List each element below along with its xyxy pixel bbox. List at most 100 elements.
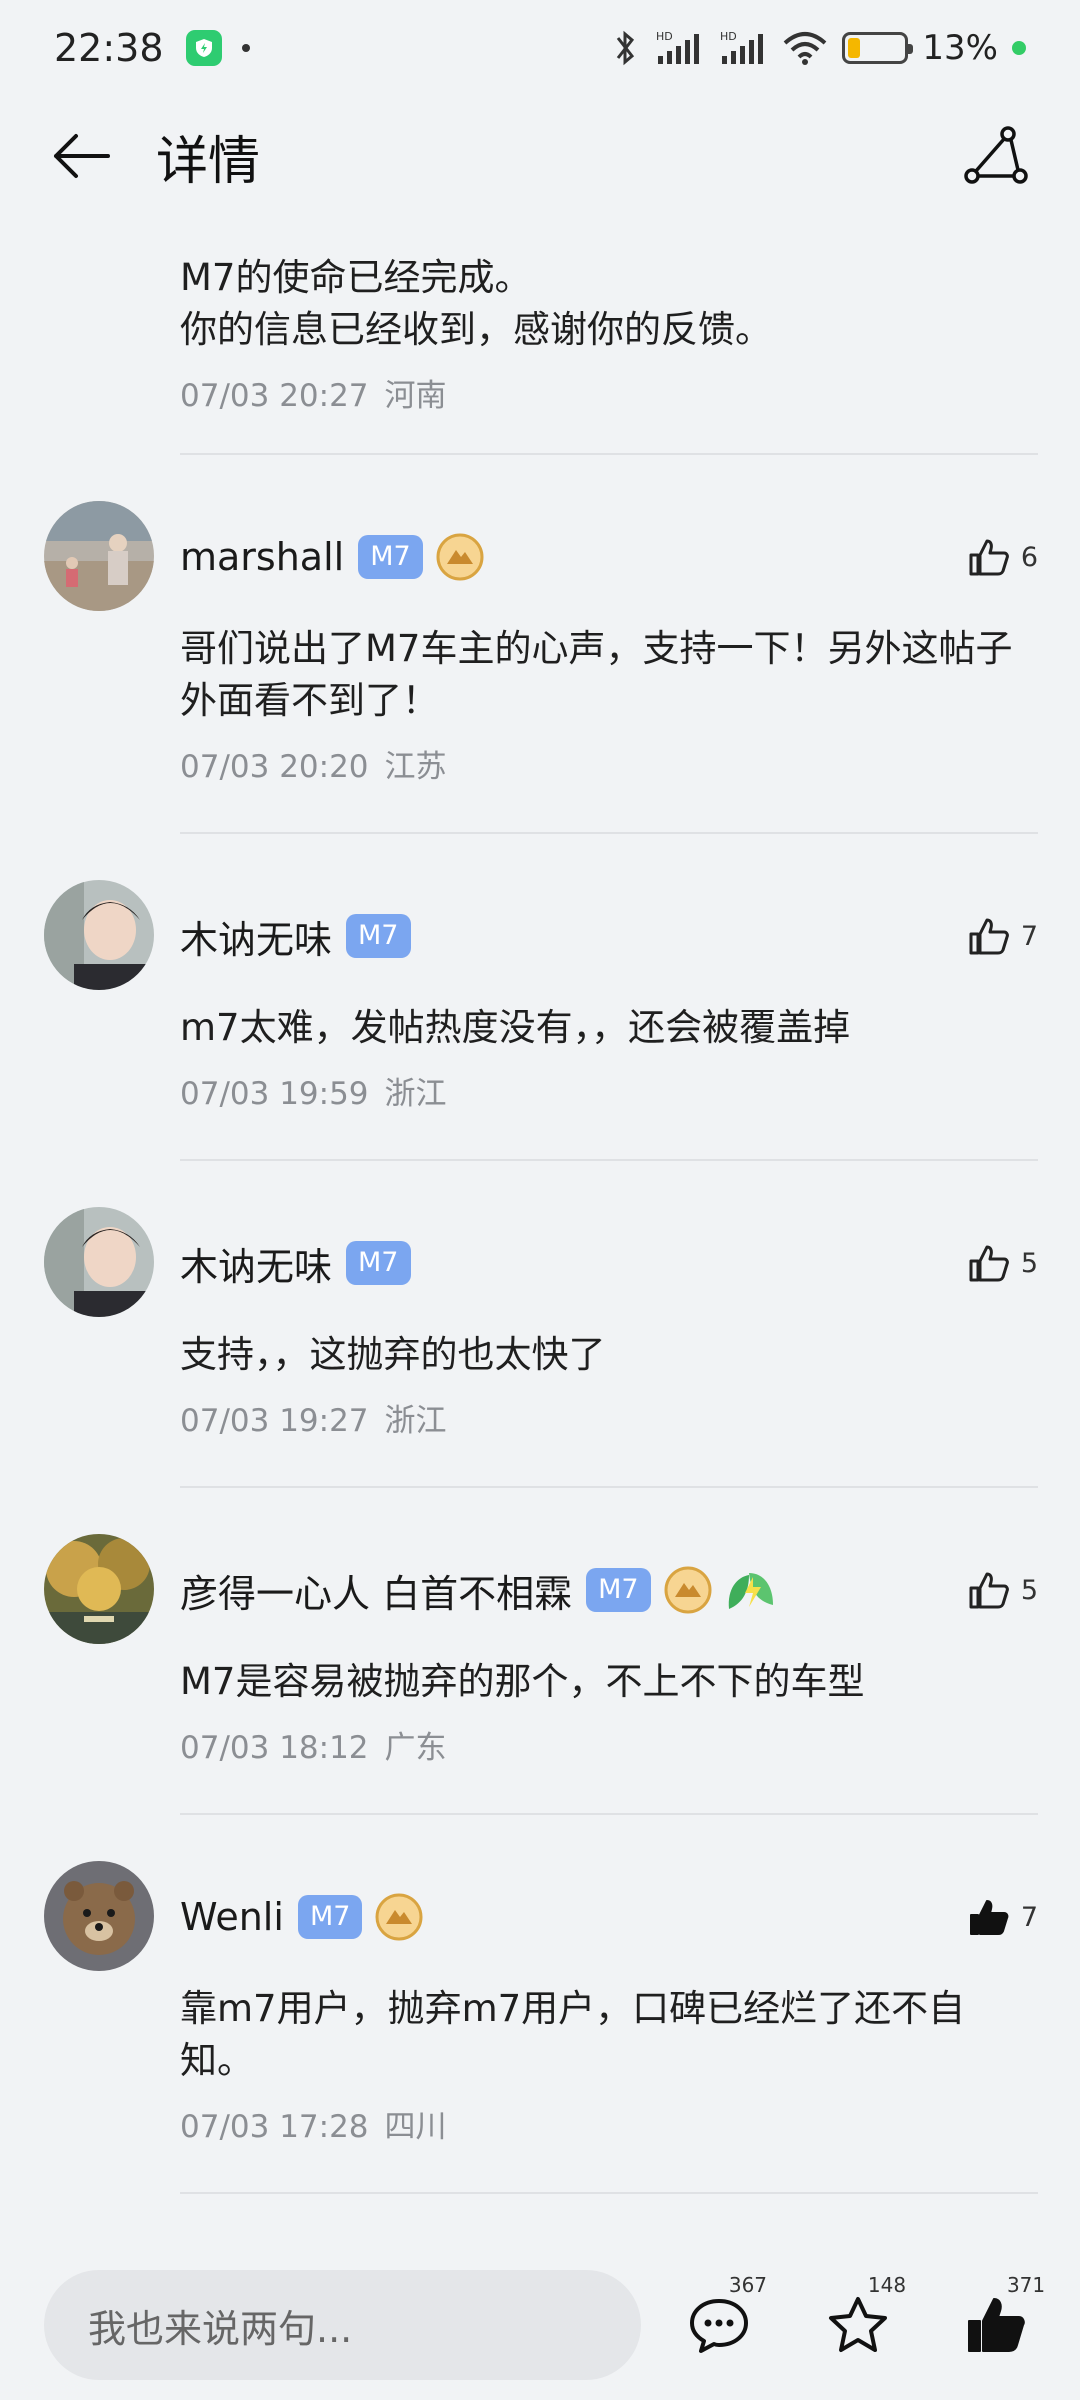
comment-item[interactable]: marshall M7 6 哥们说出了M7车主的心声，支持一下！另外这帖子外面看… <box>0 455 1080 834</box>
comment-time: 07/03 20:27 <box>180 378 369 414</box>
wifi-icon <box>784 32 827 65</box>
comment-header: 木讷无味 M7 5 <box>180 1233 1038 1293</box>
favorite-count: 148 <box>867 2273 907 2297</box>
post-like-count: 371 <box>1006 2273 1046 2297</box>
comment-item-partial: M7的使命已经完成。 你的信息已经收到，感谢你的反馈。 07/03 20:27 河… <box>0 216 1080 415</box>
charging-dot <box>1012 41 1026 55</box>
comment-text: 支持，，这抛弃的也太快了 <box>180 1333 606 1376</box>
thumbs-up-icon <box>969 1245 1009 1282</box>
avatar[interactable] <box>44 1207 154 1317</box>
m7-badge: M7 <box>346 1241 411 1285</box>
avatar[interactable] <box>44 880 154 990</box>
leaf-lightning-icon <box>728 1573 773 1609</box>
battery-percent: 13% <box>922 28 998 68</box>
comment-header: Wenli M7 7 <box>180 1887 1038 1947</box>
like-count: 7 <box>1020 1901 1038 1933</box>
comment-header: 木讷无味 M7 7 <box>180 906 1038 966</box>
comment-meta: 07/03 20:20 江苏 <box>180 741 1038 786</box>
comment-header: marshall M7 6 <box>180 527 1038 587</box>
m7-badge: M7 <box>358 535 423 579</box>
comment-header: 彦得一心人 白首不相霖 M7 5 <box>180 1560 1038 1620</box>
comment-region: 江苏 <box>384 749 447 785</box>
favorite-button[interactable]: 148 <box>820 2273 906 2365</box>
comment-time: 07/03 18:12 <box>180 1730 369 1766</box>
back-arrow-icon <box>54 134 110 178</box>
signal-hd-icon-2: HD <box>720 30 764 64</box>
thumbs-up-filled-icon <box>968 2298 1026 2352</box>
comment-meta: 07/03 19:59 浙江 <box>180 1068 1038 1113</box>
like-post-button[interactable]: 371 <box>959 2273 1045 2365</box>
thumbs-up-icon <box>969 539 1009 576</box>
svg-text:HD: HD <box>656 30 673 43</box>
comment-item[interactable]: 木讷无味 M7 7 m7太难，发帖热度没有，，还会被覆盖掉 07/03 19:5… <box>0 834 1080 1161</box>
back-button[interactable] <box>50 124 114 188</box>
medal-icon <box>436 533 484 581</box>
medal-icon <box>664 1566 712 1614</box>
comment-meta: 07/03 20:27 河南 <box>180 370 1038 415</box>
username[interactable]: 木讷无味 <box>180 909 332 964</box>
comment-list[interactable]: M7的使命已经完成。 你的信息已经收到，感谢你的反馈。 07/03 20:27 河… <box>0 216 1080 2194</box>
like-count: 6 <box>1020 541 1038 573</box>
comment-region: 河南 <box>384 378 447 414</box>
comment-meta: 07/03 18:12 广东 <box>180 1722 1038 1767</box>
comment-time: 07/03 19:59 <box>180 1076 369 1112</box>
shield-app-icon <box>185 30 222 66</box>
status-bar: 22:38 HD HD 13% <box>0 0 1080 96</box>
status-time: 22:38 <box>54 26 164 70</box>
like-button[interactable]: 7 <box>967 916 1038 956</box>
username[interactable]: marshall <box>180 535 344 579</box>
comment-text: M7是容易被抛弃的那个，不上不下的车型 <box>180 1660 865 1703</box>
comment-region: 广东 <box>384 1730 447 1766</box>
m7-badge: M7 <box>297 1895 363 1939</box>
comment-time: 07/03 19:27 <box>180 1403 369 1439</box>
comments-button[interactable]: 367 <box>681 2273 767 2365</box>
like-button[interactable]: 5 <box>967 1570 1038 1610</box>
like-button-active[interactable]: 7 <box>967 1897 1038 1937</box>
thumbs-up-icon <box>969 1572 1009 1609</box>
comment-region: 四川 <box>384 2109 447 2145</box>
page-title: 详情 <box>156 131 261 192</box>
comment-bubble-icon <box>690 2299 749 2353</box>
bottom-bar: 我也来说两句... 367 148 371 <box>0 2250 1080 2400</box>
m7-badge: M7 <box>346 914 411 958</box>
avatar[interactable] <box>44 501 154 611</box>
comment-meta: 07/03 17:28 四川 <box>180 2101 1038 2146</box>
star-icon <box>829 2297 888 2352</box>
avatar[interactable] <box>44 1861 154 1971</box>
m7-badge: M7 <box>586 1568 651 1612</box>
comment-text: 靠m7用户，抛弃m7用户，口碑已经烂了还不自知。 <box>180 1987 966 2082</box>
username[interactable]: 木讷无味 <box>180 1236 332 1291</box>
comment-text: m7太难，发帖热度没有，，还会被覆盖掉 <box>180 1006 851 1049</box>
comment-count: 367 <box>728 2273 768 2297</box>
avatar[interactable] <box>44 1534 154 1644</box>
comment-region: 浙江 <box>384 1076 447 1112</box>
app-bar: 详情 <box>0 96 1080 216</box>
comment-text: M7的使命已经完成。 你的信息已经收到，感谢你的反馈。 <box>180 256 772 351</box>
username[interactable]: 彦得一心人 白首不相霖 <box>180 1563 572 1618</box>
reply-input[interactable]: 我也来说两句... <box>44 2270 641 2380</box>
comment-time: 07/03 17:28 <box>180 2109 369 2145</box>
comment-item[interactable]: Wenli M7 7 靠m7用户，抛弃m7用户，口碑已经烂了还不自知。 07/0… <box>0 1815 1080 2194</box>
status-icons: HD HD 13% <box>610 28 1026 68</box>
thumbs-up-filled-icon <box>969 1900 1009 1935</box>
battery-icon <box>842 32 914 64</box>
like-button[interactable]: 6 <box>967 537 1038 577</box>
username[interactable]: Wenli <box>180 1895 284 1939</box>
comment-time: 07/03 20:20 <box>180 749 369 785</box>
comment-meta: 07/03 19:27 浙江 <box>180 1395 1038 1440</box>
thumbs-up-icon <box>969 918 1009 955</box>
like-count: 5 <box>1020 1247 1038 1279</box>
bluetooth-icon <box>617 30 635 66</box>
notification-dot <box>241 44 250 52</box>
comment-item[interactable]: 彦得一心人 白首不相霖 M7 5 M7是容易被抛弃的那个，不上不下的车型 07/… <box>0 1488 1080 1815</box>
like-count: 7 <box>1020 920 1038 952</box>
share-button[interactable] <box>962 122 1030 190</box>
like-button[interactable]: 5 <box>967 1243 1038 1283</box>
signal-hd-icon: HD <box>656 30 700 64</box>
share-icon <box>964 126 1028 184</box>
comment-region: 浙江 <box>384 1403 447 1439</box>
comment-text: 哥们说出了M7车主的心声，支持一下！另外这帖子外面看不到了！ <box>180 627 1013 722</box>
comment-item[interactable]: 木讷无味 M7 5 支持，，这抛弃的也太快了 07/03 19:27 浙江 <box>0 1161 1080 1488</box>
medal-icon <box>375 1893 423 1941</box>
like-count: 5 <box>1020 1574 1038 1606</box>
